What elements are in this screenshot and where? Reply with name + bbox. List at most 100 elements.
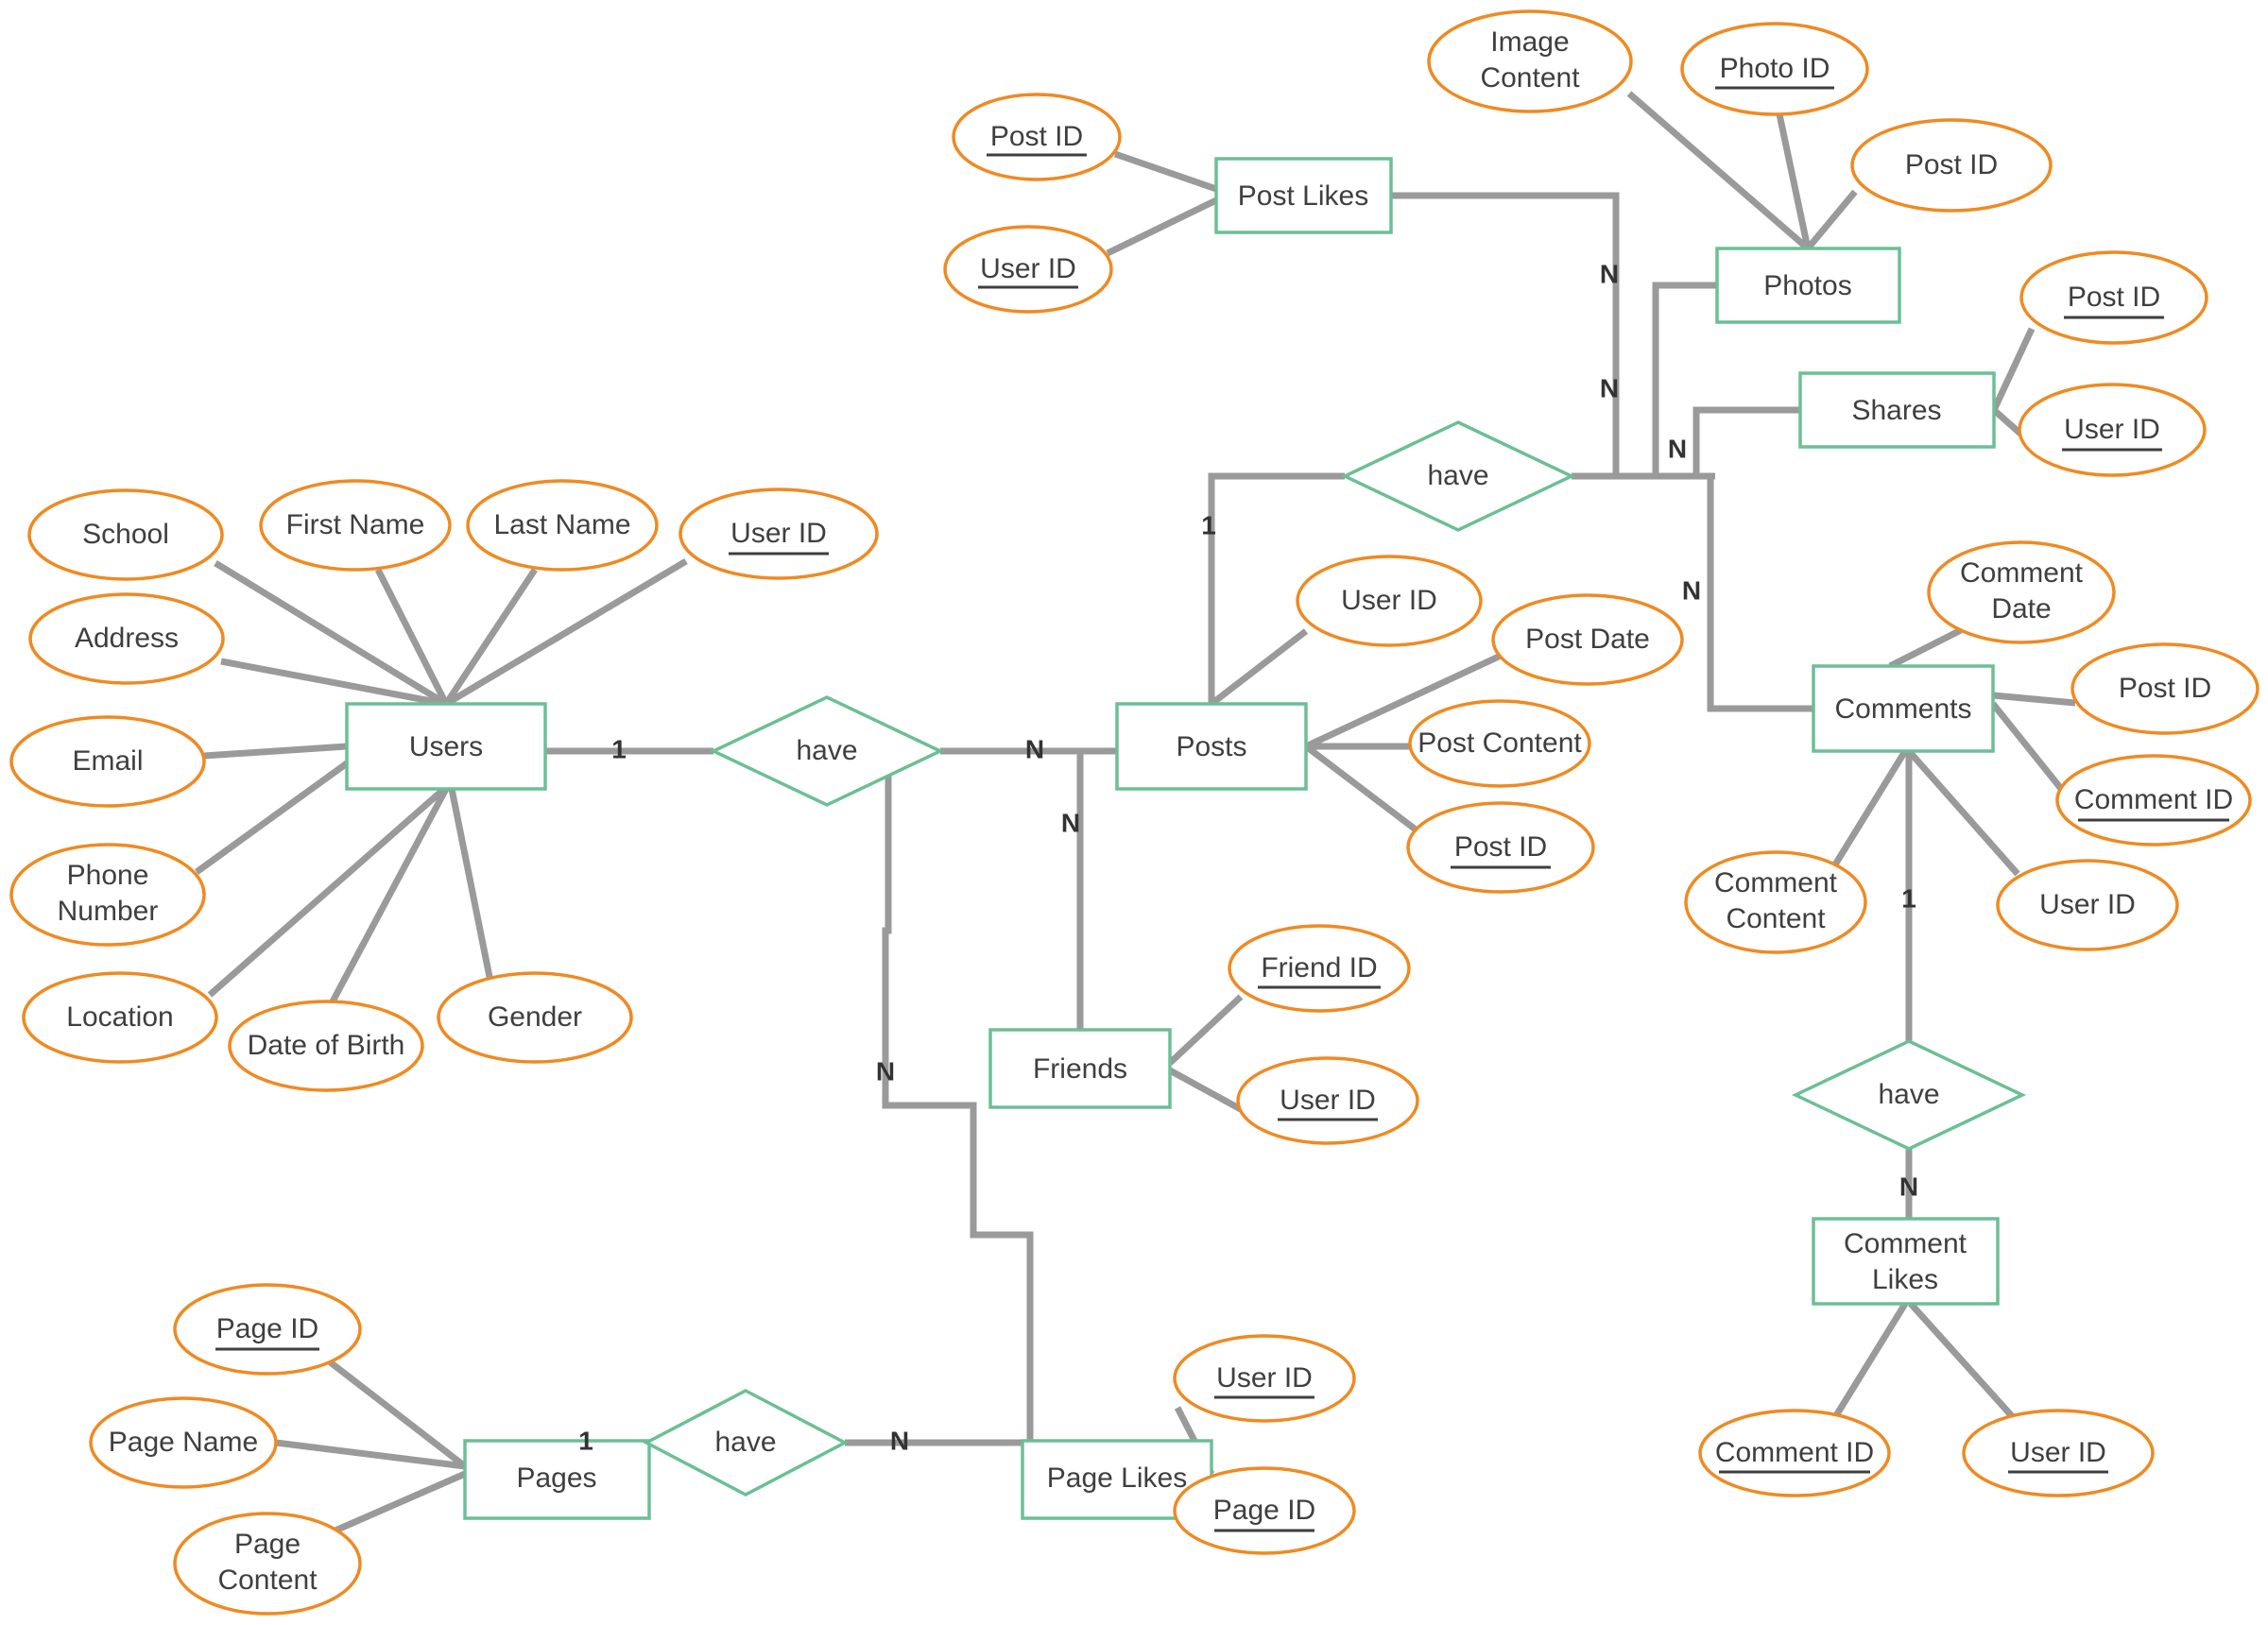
attribute-friends-friend-id[interactable]: Friend ID: [1228, 924, 1411, 1013]
attribute-users-date-of-birth[interactable]: Date of Birth: [228, 1000, 424, 1092]
connector-postlikes-userid: [1106, 197, 1218, 257]
attribute-label: Address: [75, 623, 179, 654]
attribute-photos-image-content[interactable]: Image Content: [1427, 9, 1633, 113]
relationship-label: have: [1878, 1079, 1939, 1110]
attribute-comments-user-id[interactable]: User ID: [1996, 859, 2179, 951]
attribute-label-line1: Page: [234, 1529, 301, 1560]
attribute-label: Comment ID: [2074, 784, 2233, 815]
attribute-label-line1: Comment: [1714, 867, 1838, 898]
attribute-posts-user-id[interactable]: User ID: [1296, 555, 1483, 647]
attribute-pages-page-content[interactable]: Page Content: [173, 1512, 362, 1616]
cardinality-label-friends-n: N: [1061, 808, 1080, 837]
connector-commentlikes-userid: [1908, 1301, 2016, 1420]
attribute-label: Post ID: [1905, 149, 1998, 180]
attribute-label-line2: Content: [1480, 62, 1580, 94]
attribute-posts-post-content[interactable]: Post Content: [1408, 699, 1591, 788]
attribute-label: Page Name: [109, 1427, 258, 1458]
entity-label-line2: Likes: [1872, 1264, 1938, 1295]
attribute-postlikes-post-id[interactable]: Post ID: [952, 93, 1122, 181]
attribute-label: Post Content: [1418, 727, 1582, 759]
attribute-users-gender[interactable]: Gender: [437, 971, 633, 1064]
attribute-label: School: [82, 519, 169, 550]
cardinality-label-pages-1: 1: [578, 1426, 593, 1455]
connector-postlikes-have: [1391, 192, 1620, 476]
attribute-users-phone-number[interactable]: Phone Number: [9, 843, 206, 947]
attribute-users-school[interactable]: School: [27, 488, 224, 581]
connector-shares-postid: [1990, 327, 2036, 412]
cardinality-label-posts-have-1: 1: [1201, 510, 1216, 539]
attribute-label: Email: [72, 745, 143, 777]
relationship-users-posts[interactable]: have: [709, 695, 945, 807]
attribute-photos-post-id[interactable]: Post ID: [1850, 118, 2053, 213]
attribute-posts-post-date[interactable]: Post Date: [1491, 593, 1684, 686]
connector-postlikes-postid: [1113, 150, 1218, 193]
attribute-label: User ID: [2039, 889, 2136, 920]
entity-pages[interactable]: Pages: [463, 1439, 651, 1520]
connector-photos-postid: [1805, 189, 1858, 251]
attribute-users-first-name[interactable]: First Name: [259, 479, 452, 572]
attribute-comments-comment-id[interactable]: Comment ID: [2055, 754, 2252, 847]
attribute-posts-post-id[interactable]: Post ID: [1406, 801, 1595, 894]
attribute-users-email[interactable]: Email: [9, 715, 206, 808]
entity-friends[interactable]: Friends: [988, 1028, 1172, 1109]
attribute-shares-user-id[interactable]: User ID: [2018, 383, 2207, 477]
relationship-pages-pagelikes[interactable]: have: [643, 1389, 849, 1497]
attribute-label: Gender: [488, 1001, 582, 1033]
attribute-label-line2: Number: [58, 896, 159, 927]
attribute-friends-user-id[interactable]: User ID: [1236, 1056, 1419, 1145]
attribute-pages-page-id[interactable]: Page ID: [173, 1283, 362, 1376]
cardinality-label-pagelikes-n: N: [890, 1426, 909, 1455]
attribute-label-line1: Phone: [67, 860, 149, 891]
entity-photos[interactable]: Photos: [1715, 247, 1901, 324]
attribute-commentlikes-user-id[interactable]: User ID: [1962, 1409, 2155, 1497]
attribute-pagelikes-user-id[interactable]: User ID: [1173, 1334, 1356, 1423]
entity-shares[interactable]: Shares: [1798, 371, 1996, 449]
cardinality-label-users-pagelikes-n: N: [876, 1056, 895, 1086]
attribute-label: User ID: [2010, 1437, 2106, 1468]
relationship-posts-children[interactable]: have: [1340, 420, 1576, 532]
attribute-label-line2: Content: [1726, 903, 1826, 934]
connector-posts-postid: [1303, 744, 1418, 832]
attribute-shares-post-id[interactable]: Post ID: [2019, 250, 2208, 345]
attribute-label: User ID: [980, 253, 1076, 284]
attribute-commentlikes-comment-id[interactable]: Comment ID: [1698, 1409, 1891, 1497]
attribute-pagelikes-page-id[interactable]: Page ID: [1173, 1466, 1356, 1555]
attribute-label-line1: Image: [1490, 26, 1569, 58]
entity-label-line1: Comment: [1844, 1228, 1967, 1259]
cardinality-label-commentlikes-n: N: [1899, 1172, 1918, 1201]
attribute-label: Date of Birth: [248, 1030, 405, 1061]
attribute-label: Post ID: [990, 121, 1083, 152]
relationship-comments-commentlikes[interactable]: have: [1791, 1039, 2027, 1151]
attribute-label-line2: Date: [1991, 593, 2051, 624]
attribute-users-location[interactable]: Location: [22, 971, 218, 1064]
attribute-pages-page-name[interactable]: Page Name: [89, 1396, 278, 1489]
connector-comments-commentid: [1990, 701, 2065, 793]
attribute-comments-post-id[interactable]: Post ID: [2070, 642, 2259, 735]
entity-users[interactable]: Users: [345, 702, 547, 791]
attribute-label: Last Name: [493, 509, 630, 540]
connector-users-gender: [448, 788, 495, 987]
entity-label: Page Likes: [1047, 1462, 1187, 1494]
entity-label: Users: [409, 731, 483, 762]
connector-commentlikes-commentid: [1832, 1302, 1908, 1419]
attribute-photos-photo-id[interactable]: Photo ID: [1680, 22, 1869, 116]
attribute-postlikes-user-id[interactable]: User ID: [943, 225, 1113, 314]
relationship-label: have: [1427, 460, 1488, 491]
attribute-label: First Name: [286, 509, 425, 540]
entity-post-likes[interactable]: Post Likes: [1214, 157, 1393, 234]
attribute-users-user-id[interactable]: User ID: [679, 488, 879, 580]
attribute-label-line2: Content: [217, 1565, 318, 1596]
connector-posts-userid: [1209, 628, 1309, 707]
entity-posts[interactable]: Posts: [1115, 702, 1308, 791]
connector-friends-userid: [1168, 1067, 1249, 1117]
attribute-comments-comment-content[interactable]: Comment Content: [1684, 850, 1867, 954]
attribute-users-address[interactable]: Address: [28, 592, 225, 685]
entity-comments[interactable]: Comments: [1812, 664, 1995, 753]
entity-label: Shares: [1851, 395, 1941, 426]
entity-label: Comments: [1834, 693, 1971, 725]
attribute-comments-comment-date[interactable]: Comment Date: [1927, 540, 2116, 644]
cardinality-layer: 1 N 1 N N N N N N N 1 1 N: [578, 259, 1918, 1455]
er-diagram-canvas: Post Likes Photos Shares Users Posts Com…: [0, 0, 2268, 1625]
attribute-users-last-name[interactable]: Last Name: [466, 479, 659, 572]
entity-comment-likes[interactable]: Comment Likes: [1812, 1217, 2000, 1306]
